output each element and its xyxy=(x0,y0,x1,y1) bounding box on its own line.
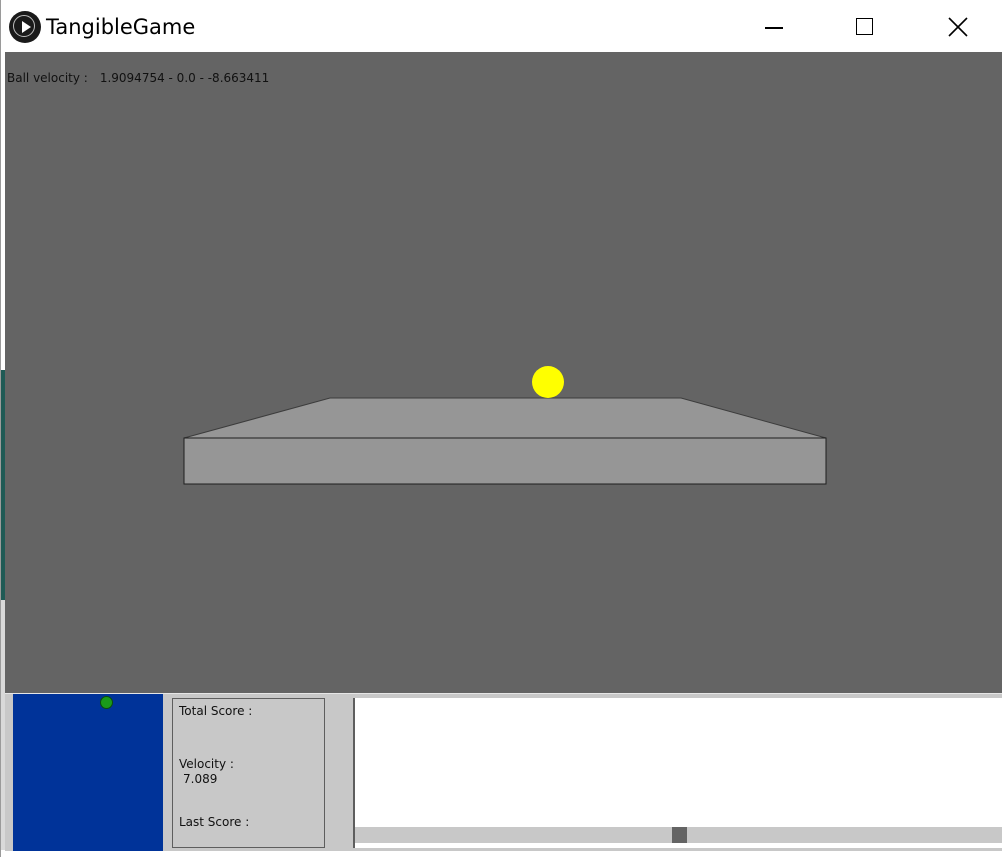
hud-panel: Total Score : Velocity : 7.089 Last Scor… xyxy=(5,694,1002,851)
game-scene[interactable]: Ball velocity :1.9094754 - 0.0 - -8.6634… xyxy=(5,52,1002,694)
scoreboard: Total Score : Velocity : 7.089 Last Scor… xyxy=(172,698,325,848)
close-icon xyxy=(948,17,968,37)
ball xyxy=(532,366,564,398)
total-score-label: Total Score : xyxy=(179,704,253,718)
minimize-icon xyxy=(765,27,783,29)
velocity-label: Velocity : xyxy=(179,757,234,771)
board-render xyxy=(183,366,827,485)
maximize-button[interactable] xyxy=(820,0,910,52)
maximize-icon xyxy=(856,18,873,35)
velocity-value: 7.089 xyxy=(183,772,218,786)
minimap-ball-marker xyxy=(100,696,113,709)
window-bottom-edge xyxy=(5,851,1002,857)
board-top-face xyxy=(183,397,827,439)
board-front-face xyxy=(183,437,827,485)
game-window: TangibleGame Ball velocity :1.9094754 - … xyxy=(0,0,1002,857)
chart-scrollbar[interactable] xyxy=(355,827,1002,843)
top-view-minimap xyxy=(13,694,163,851)
processing-play-icon xyxy=(9,11,41,43)
chart-scrollbar-handle[interactable] xyxy=(672,827,687,843)
title-bar[interactable]: TangibleGame xyxy=(2,0,1002,52)
close-button[interactable] xyxy=(912,0,1002,52)
minimize-button[interactable] xyxy=(728,0,818,52)
window-title: TangibleGame xyxy=(46,15,196,39)
score-chart xyxy=(353,698,1002,848)
last-score-label: Last Score : xyxy=(179,815,250,829)
